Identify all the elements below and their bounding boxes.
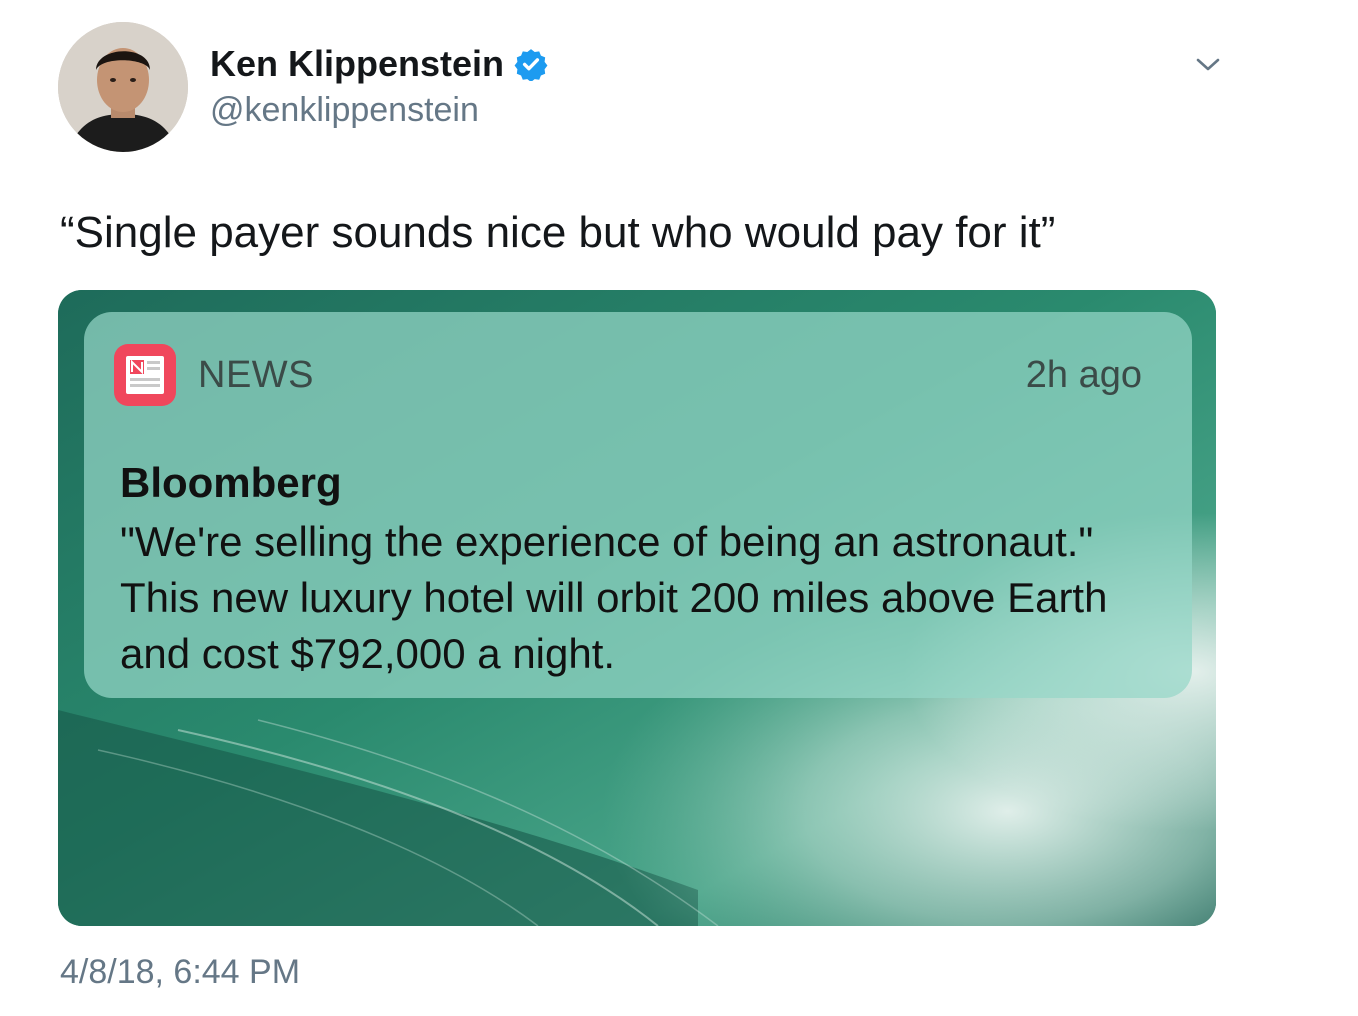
display-name[interactable]: Ken Klippenstein [210, 44, 548, 84]
notification-card[interactable]: NEWS 2h ago Bloomberg "We're selling the… [84, 312, 1192, 698]
display-name-text[interactable]: Ken Klippenstein [210, 44, 504, 84]
notification-body: "We're selling the experience of being a… [120, 518, 1108, 677]
tweet-media-image[interactable]: NEWS 2h ago Bloomberg "We're selling the… [58, 290, 1216, 926]
notification-app-name: NEWS [198, 354, 314, 396]
verified-badge-icon [514, 47, 548, 82]
notification-title: Bloomberg [120, 459, 342, 506]
user-handle[interactable]: @kenklippenstein [210, 90, 548, 130]
notification-time: 2h ago [1025, 354, 1142, 396]
avatar[interactable] [58, 22, 188, 152]
tweet-text: “Single payer sounds nice but who would … [60, 208, 1056, 257]
tweet-timestamp[interactable]: 4/8/18, 6:44 PM [60, 950, 300, 994]
news-app-icon [114, 344, 176, 406]
tweet-author[interactable]: Ken Klippenstein @kenklippenstein [210, 44, 548, 130]
chevron-down-icon[interactable] [1192, 52, 1224, 76]
